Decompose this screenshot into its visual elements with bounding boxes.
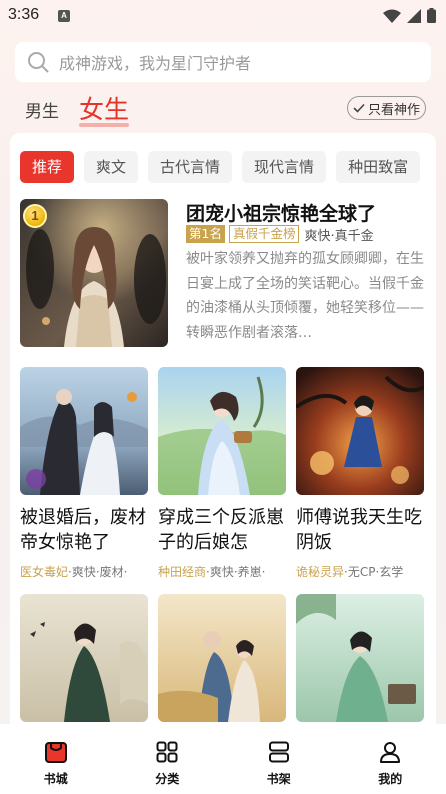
bookstore-icon xyxy=(44,742,67,763)
book-title: 师傅说我天生吃阴饭 xyxy=(296,507,422,553)
only-masterpiece-toggle[interactable]: 只看神作 xyxy=(347,96,426,120)
ranking-list-badge: 真假千金榜 xyxy=(228,225,300,243)
status-time: 3:36 xyxy=(8,6,40,23)
genre-tabs: 推荐 爽文 古代言情 现代言情 种田致富 xyxy=(20,151,426,185)
bookshelf-icon xyxy=(268,741,289,763)
featured-tags: 第1名 真假千金榜 爽快·真千金 xyxy=(186,224,374,244)
genre-tab-recommended[interactable]: 推荐 xyxy=(20,151,75,183)
search-bar[interactable]: 成神游戏，我为星门守护者 xyxy=(15,42,431,82)
nav-label-profile: 我的 xyxy=(378,772,403,786)
featured-description: 被叶家领养又抛弃的孤女顾卿卿，在生日宴上成了全场的笑话靶心。当假千金的油漆桶从头… xyxy=(186,251,424,341)
book-card[interactable]: 被退婚后，废材帝女惊艳了 医女毒妃·爽快·废材· xyxy=(20,367,148,580)
genre-tab-modern-romance[interactable]: 现代言情 xyxy=(242,151,327,183)
book-cover-image[interactable] xyxy=(296,367,424,495)
book-meta: 诡秘灵异·无CP·玄学 xyxy=(296,563,424,580)
featured-cover-image[interactable]: 1 xyxy=(20,199,168,347)
nav-category[interactable]: 分类 xyxy=(112,724,224,794)
nav-bookstore[interactable]: 书城 xyxy=(0,724,112,794)
book-category: 诡秘灵异 xyxy=(296,565,345,579)
book-cover-image[interactable] xyxy=(158,367,286,495)
book-tags: ·爽快·废材· xyxy=(68,565,128,579)
genre-tab-cool[interactable]: 爽文 xyxy=(84,151,139,183)
book-cover-image[interactable] xyxy=(20,594,148,722)
wifi-icon xyxy=(383,9,401,23)
only-masterpiece-label: 只看神作 xyxy=(367,102,420,118)
book-tags: ·无CP·玄学 xyxy=(344,565,404,579)
book-title: 穿成三个反派崽子的后娘怎 xyxy=(158,507,284,553)
book-card[interactable] xyxy=(296,594,424,733)
book-title: 被退婚后，废材帝女惊艳了 xyxy=(20,507,146,553)
book-card[interactable] xyxy=(158,594,286,733)
book-card[interactable]: 穿成三个反派崽子的后娘怎 种田经商·爽快·养崽· xyxy=(158,367,286,580)
signal-icon xyxy=(407,8,421,23)
rank-medal-icon: 1 xyxy=(23,204,47,228)
book-meta: 医女毒妃·爽快·废材· xyxy=(20,563,148,580)
book-category: 医女毒妃 xyxy=(20,565,69,579)
book-meta: 种田经商·爽快·养崽· xyxy=(158,563,286,580)
nav-label-bookstore: 书城 xyxy=(43,772,68,786)
tab-male[interactable]: 男生 xyxy=(25,97,59,128)
book-cover-image[interactable] xyxy=(20,367,148,495)
book-tags: ·爽快·养崽· xyxy=(206,565,266,579)
search-placeholder: 成神游戏，我为星门守护者 xyxy=(59,54,252,73)
book-cover-image[interactable] xyxy=(296,594,424,722)
genre-tab-farming[interactable]: 种田致富 xyxy=(336,151,421,183)
check-icon xyxy=(353,103,365,113)
status-bar: 3:36 A xyxy=(0,0,446,32)
book-category: 种田经商 xyxy=(158,565,207,579)
nav-label-category: 分类 xyxy=(155,772,180,786)
nav-label-bookshelf: 书架 xyxy=(266,772,291,786)
book-card[interactable] xyxy=(20,594,148,733)
genre-tab-ancient-romance[interactable]: 古代言情 xyxy=(148,151,233,183)
category-icon xyxy=(156,741,178,763)
status-icons xyxy=(383,8,436,23)
bottom-nav: 书城 分类 书架 我的 xyxy=(0,724,446,794)
nav-bookshelf[interactable]: 书架 xyxy=(223,724,335,794)
notification-icon: A xyxy=(58,10,70,22)
content-card: 推荐 爽文 古代言情 现代言情 种田致富 1 团宠小祖宗惊艳全球了 第1名 真假… xyxy=(10,133,436,733)
battery-icon xyxy=(427,8,436,23)
rank-badge: 第1名 xyxy=(186,225,225,243)
book-cover-image[interactable] xyxy=(158,594,286,722)
featured-book[interactable]: 1 团宠小祖宗惊艳全球了 第1名 真假千金榜 爽快·真千金 被叶家领养又抛弃的孤… xyxy=(20,199,430,349)
tab-female[interactable]: 女生 xyxy=(79,90,130,128)
nav-profile[interactable]: 我的 xyxy=(335,724,446,794)
gender-tabs: 男生 女生 xyxy=(25,94,130,128)
book-card[interactable]: 师傅说我天生吃阴饭 诡秘灵异·无CP·玄学 xyxy=(296,367,424,580)
featured-genres: 爽快·真千金 xyxy=(304,228,374,244)
featured-title: 团宠小祖宗惊艳全球了 xyxy=(186,203,377,225)
search-icon xyxy=(28,52,49,73)
profile-icon xyxy=(380,742,401,763)
